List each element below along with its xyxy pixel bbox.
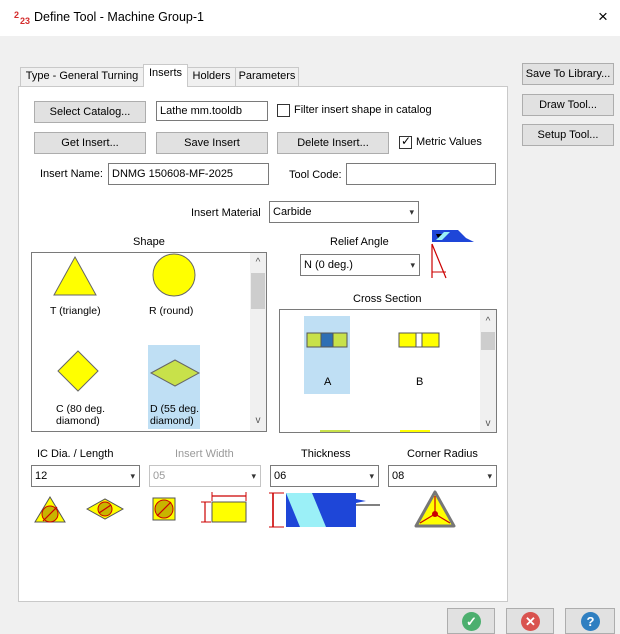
- cross-section-a-label: A: [324, 376, 332, 388]
- shape-item-d-diamond[interactable]: D (55 deg. diamond): [150, 403, 200, 427]
- filter-shape-checkbox[interactable]: [277, 104, 290, 117]
- tool-code-field[interactable]: [346, 163, 496, 185]
- shape-scrollbar[interactable]: ^ v: [250, 253, 266, 431]
- thickness-select[interactable]: 06 ▾: [270, 465, 379, 487]
- insert-material-value: Carbide: [273, 206, 312, 218]
- svg-text:23: 23: [20, 16, 30, 25]
- relief-angle-value: N (0 deg.): [304, 259, 353, 271]
- insert-name-label: Insert Name:: [40, 168, 103, 180]
- cross-section-label: Cross Section: [353, 293, 422, 305]
- tab-inserts[interactable]: Inserts: [143, 64, 188, 87]
- chevron-down-icon: ▾: [369, 471, 374, 481]
- ic-triangle-icon: [34, 496, 66, 523]
- insert-material-label: Insert Material: [191, 207, 261, 219]
- ic-diamond-icon: [86, 498, 124, 520]
- delete-insert-button[interactable]: Delete Insert...: [277, 132, 389, 154]
- scroll-up-icon[interactable]: ^: [250, 255, 266, 271]
- insert-width-select[interactable]: 05 ▾: [149, 465, 261, 487]
- ok-button[interactable]: ✓: [447, 608, 495, 634]
- shape-item-round[interactable]: R (round): [149, 305, 193, 317]
- ic-square-icon: [152, 497, 176, 521]
- scroll-down-icon[interactable]: v: [250, 413, 266, 429]
- shape-label: Shape: [133, 236, 165, 248]
- insert-width-label: Insert Width: [175, 448, 234, 460]
- corner-radius-select[interactable]: 08 ▾: [388, 465, 497, 487]
- setup-tool-button[interactable]: Setup Tool...: [522, 124, 614, 146]
- insert-width-icon: [201, 492, 247, 523]
- close-icon[interactable]: ×: [592, 6, 614, 28]
- metric-values-checkbox[interactable]: [399, 134, 412, 149]
- cancel-x-icon: ✕: [521, 612, 540, 631]
- scroll-up-icon[interactable]: ^: [480, 314, 496, 330]
- save-to-library-button[interactable]: Save To Library...: [522, 63, 614, 85]
- help-button[interactable]: ?: [565, 608, 615, 634]
- insert-material-select[interactable]: Carbide ▾: [269, 201, 419, 223]
- corner-radius-label: Corner Radius: [407, 448, 478, 460]
- cross-section-scrollbar[interactable]: ^ v: [480, 310, 496, 432]
- diamond-55-shape-icon[interactable]: [150, 359, 200, 387]
- thickness-value: 06: [274, 470, 287, 482]
- scroll-thumb[interactable]: [251, 273, 265, 309]
- window-title: Define Tool - Machine Group-1: [34, 10, 204, 24]
- ic-dia-select[interactable]: 12 ▾: [31, 465, 140, 487]
- cross-section-listbox[interactable]: A B ^ v: [279, 309, 497, 433]
- ic-dia-value: 12: [35, 470, 48, 482]
- shape-item-c-diamond[interactable]: C (80 deg. diamond): [56, 403, 106, 427]
- thickness-label: Thickness: [301, 448, 351, 460]
- triangle-shape-icon[interactable]: [52, 255, 98, 297]
- scroll-thumb[interactable]: [481, 332, 495, 350]
- help-question-icon: ?: [581, 612, 600, 631]
- chevron-down-icon: ▾: [409, 207, 414, 217]
- chevron-down-icon: ▾: [130, 471, 135, 481]
- tab-type-general-turning[interactable]: Type - General Turning: [20, 67, 144, 86]
- cross-section-a-icon[interactable]: [306, 332, 348, 348]
- insert-name-field[interactable]: DNMG 150608-MF-2025: [108, 163, 269, 185]
- chevron-down-icon: ▾: [251, 471, 256, 481]
- cross-section-b-label: B: [416, 376, 424, 388]
- cancel-button[interactable]: ✕: [506, 608, 554, 634]
- diamond-80-shape-icon[interactable]: [56, 349, 100, 393]
- insert-width-value: 05: [153, 470, 166, 482]
- app-icon: 2 23: [14, 10, 30, 25]
- shape-item-triangle[interactable]: T (triangle): [50, 305, 101, 317]
- save-insert-button[interactable]: Save Insert: [156, 132, 268, 154]
- svg-text:2: 2: [14, 10, 19, 20]
- cross-section-d-partial: [400, 430, 430, 432]
- tab-parameters[interactable]: Parameters: [235, 67, 299, 86]
- checkmark-icon: ✓: [462, 612, 481, 631]
- cross-section-c-partial: [320, 430, 350, 432]
- relief-angle-icon: [431, 230, 474, 279]
- relief-angle-select[interactable]: N (0 deg.) ▾: [300, 254, 420, 276]
- chevron-down-icon: ▾: [410, 260, 415, 270]
- scroll-down-icon[interactable]: v: [480, 416, 496, 432]
- filter-shape-label: Filter insert shape in catalog: [294, 104, 432, 116]
- tool-code-label: Tool Code:: [289, 169, 342, 181]
- select-catalog-button[interactable]: Select Catalog...: [34, 101, 146, 123]
- tab-holders[interactable]: Holders: [187, 67, 236, 86]
- round-shape-icon[interactable]: [148, 253, 200, 299]
- cross-section-b-icon[interactable]: [398, 332, 440, 348]
- ic-dia-length-label: IC Dia. / Length: [37, 448, 114, 460]
- catalog-file-field[interactable]: Lathe mm.tooldb: [156, 101, 268, 121]
- chevron-down-icon: ▾: [487, 471, 492, 481]
- draw-tool-button[interactable]: Draw Tool...: [522, 94, 614, 116]
- thickness-icon: [269, 492, 380, 528]
- corner-radius-icon: [414, 490, 456, 528]
- get-insert-button[interactable]: Get Insert...: [34, 132, 146, 154]
- metric-values-label: Metric Values: [416, 136, 482, 148]
- relief-angle-label: Relief Angle: [330, 236, 389, 248]
- corner-radius-value: 08: [392, 470, 405, 482]
- shape-listbox[interactable]: T (triangle) R (round) C (80 deg. diamon…: [31, 252, 267, 432]
